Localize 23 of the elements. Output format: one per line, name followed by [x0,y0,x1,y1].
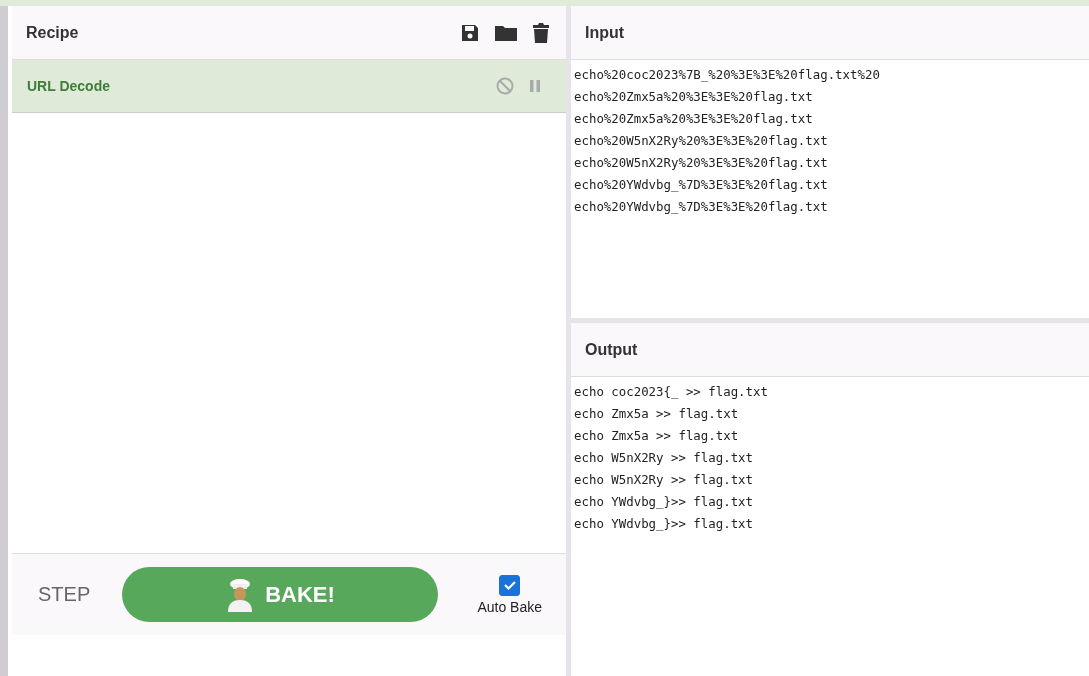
save-icon[interactable] [460,22,480,43]
input-line: echo%20W5nX2Ry%20%3E%3E%20flag.txt [574,155,828,170]
step-button[interactable]: STEP [38,583,122,606]
input-line: echo%20coc2023%7B_%20%3E%3E%20flag.txt%20 [574,67,880,82]
output-line: echo YWdvbg_}>> flag.txt [574,494,754,509]
input-line: echo%20Zmx5a%20%3E%3E%20flag.txt [574,111,813,126]
auto-bake-label: Auto Bake [477,598,542,615]
auto-bake-checkbox[interactable] [499,574,521,596]
input-line: echo%20W5nX2Ry%20%3E%3E%20flag.txt [574,133,828,148]
output-line: echo W5nX2Ry >> flag.txt [574,450,754,465]
bake-button[interactable]: BAKE! [122,567,438,622]
output-line: echo coc2023{_ >> flag.txt [574,384,768,399]
output-title: Output [585,340,638,359]
trash-icon[interactable] [532,21,550,44]
output-line: echo Zmx5a >> flag.txt [574,428,739,443]
output-line: echo Zmx5a >> flag.txt [574,406,739,421]
input-line: echo%20YWdvbg_%7D%3E%3E%20flag.txt [574,199,828,214]
output-line: echo W5nX2Ry >> flag.txt [574,472,754,487]
input-title: Input [585,23,625,42]
recipe-title: Recipe [26,23,79,42]
input-line: echo%20Zmx5a%20%3E%3E%20flag.txt [574,89,813,104]
output-line: echo YWdvbg_}>> flag.txt [574,516,754,531]
input-line: echo%20YWdvbg_%7D%3E%3E%20flag.txt [574,177,828,192]
